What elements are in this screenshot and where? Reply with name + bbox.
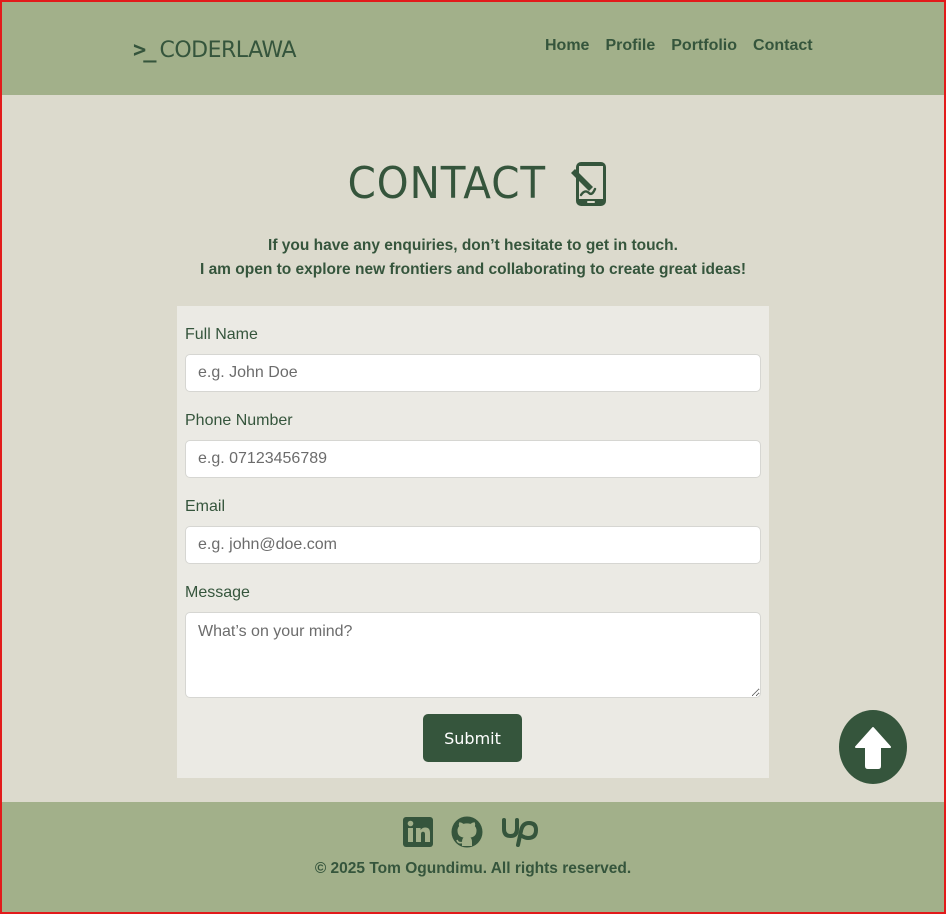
scroll-to-top-button[interactable]: [839, 710, 907, 784]
site-logo[interactable]: >_ CODERLAWA: [133, 36, 297, 64]
page-title: CONTACT: [347, 158, 547, 209]
brand-name: CODERLAWA: [159, 37, 297, 63]
main-nav: Home Profile Portfolio Contact: [545, 37, 813, 55]
terminal-prompt-icon: >_: [133, 37, 156, 63]
nav-portfolio[interactable]: Portfolio: [671, 37, 737, 55]
nav-home[interactable]: Home: [545, 37, 589, 55]
social-links: [0, 816, 946, 852]
message-textarea[interactable]: [185, 612, 761, 698]
nav-contact[interactable]: Contact: [753, 37, 813, 55]
message-label: Message: [185, 584, 250, 601]
contact-form: Full Name Phone Number Email Message Sub…: [177, 306, 769, 778]
upwork-icon[interactable]: [501, 817, 543, 851]
email-input[interactable]: [185, 526, 761, 564]
arrow-up-icon: [855, 727, 891, 769]
email-label: Email: [185, 498, 226, 515]
site-header: >_ CODERLAWA Home Profile Portfolio Cont…: [0, 0, 946, 95]
full-name-input[interactable]: [185, 354, 761, 392]
linkedin-icon[interactable]: [403, 817, 433, 851]
submit-button[interactable]: Submit: [423, 714, 522, 762]
full-name-label: Full Name: [185, 326, 258, 343]
contact-heading: CONTACT: [0, 158, 946, 209]
contact-intro: If you have any enquiries, don’t hesitat…: [0, 234, 946, 282]
phone-signature-icon: [570, 161, 606, 206]
intro-line-1: If you have any enquiries, don’t hesitat…: [268, 237, 678, 254]
nav-profile[interactable]: Profile: [605, 37, 655, 55]
intro-line-2: I am open to explore new frontiers and c…: [199, 261, 747, 278]
phone-label: Phone Number: [185, 412, 293, 429]
copyright-text: © 2025 Tom Ogundimu. All rights reserved…: [314, 860, 632, 877]
site-footer: © 2025 Tom Ogundimu. All rights reserved…: [0, 802, 946, 914]
phone-input[interactable]: [185, 440, 761, 478]
github-icon[interactable]: [451, 816, 483, 852]
